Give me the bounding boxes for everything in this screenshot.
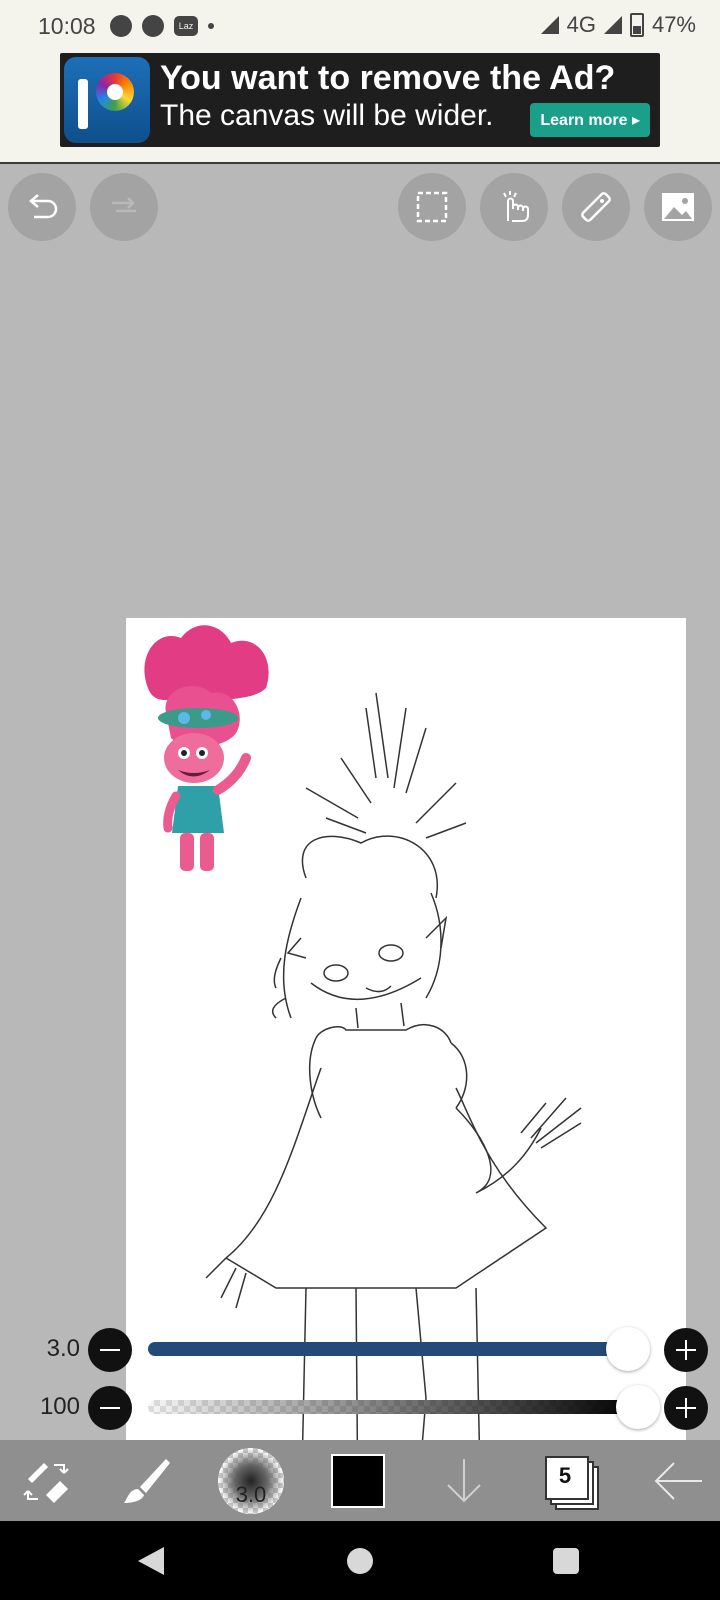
brush-icon — [124, 1458, 170, 1503]
lazada-icon: Laz — [174, 16, 198, 36]
back-button[interactable] — [636, 1440, 720, 1521]
reference-troll-image — [144, 625, 269, 871]
opacity-knob[interactable] — [616, 1385, 660, 1429]
ruler-button[interactable] — [562, 173, 630, 241]
nav-home-icon[interactable] — [347, 1548, 373, 1574]
signal-icon-2 — [603, 16, 622, 34]
ad-subtitle: The canvas will be wider. — [160, 99, 494, 132]
undo-button[interactable] — [8, 173, 76, 241]
more-notifications-icon — [208, 23, 214, 29]
ad-title: You want to remove the Ad? — [160, 59, 616, 97]
current-color-swatch — [331, 1453, 385, 1508]
opacity-track[interactable] — [148, 1400, 638, 1414]
system-nav-bar — [0, 1521, 720, 1600]
bottom-toolbar: 3.0 5 — [0, 1440, 720, 1521]
leaf-icon — [142, 15, 164, 37]
nav-recent-apps-icon[interactable] — [553, 1548, 579, 1574]
ibispaint-logo-icon — [64, 57, 150, 143]
brush-size-decrease-button[interactable] — [88, 1328, 132, 1372]
system-icons: 4G 47% — [540, 12, 696, 38]
download-button[interactable] — [424, 1440, 504, 1521]
material-image-button[interactable] — [644, 173, 712, 241]
opacity-increase-button[interactable] — [664, 1386, 708, 1430]
hand-tool-button[interactable] — [480, 173, 548, 241]
selection-icon — [416, 191, 448, 223]
signal-icon — [540, 16, 559, 34]
ad-area: You want to remove the Ad? The canvas wi… — [0, 52, 720, 164]
brush-size-track[interactable] — [148, 1342, 638, 1356]
brush-size-value: 3.0 — [46, 1335, 80, 1362]
battery-percent: 47% — [651, 12, 696, 37]
opacity-slider: 100 — [0, 1383, 720, 1431]
redo-button[interactable] — [90, 173, 158, 241]
learn-more-button[interactable]: Learn more ▸ — [530, 103, 650, 137]
arrow-left-icon — [654, 1461, 702, 1500]
brush-settings-button[interactable]: 3.0 — [208, 1440, 294, 1521]
brush-preview: 3.0 — [218, 1447, 284, 1514]
nav-back-icon[interactable] — [138, 1547, 164, 1575]
tool-switch-button[interactable] — [0, 1440, 96, 1521]
status-bar: 10:08 Laz 4G 47% — [0, 0, 720, 52]
hand-icon — [503, 191, 529, 222]
undo-icon — [29, 194, 58, 219]
arrow-down-icon — [447, 1458, 481, 1502]
redo-icon — [112, 197, 136, 213]
brush-size-slider: 3.0 — [0, 1325, 720, 1373]
color-button[interactable] — [318, 1440, 398, 1521]
layer-count: 5 — [558, 1462, 572, 1488]
brush-size-increase-button[interactable] — [664, 1328, 708, 1372]
brush-size-knob[interactable] — [606, 1327, 651, 1371]
network-label: 4G — [566, 12, 596, 37]
layers-button[interactable]: 5 — [530, 1440, 610, 1521]
ruler-icon — [581, 192, 611, 222]
opacity-decrease-button[interactable] — [88, 1386, 132, 1430]
pen-eraser-swap-icon — [23, 1462, 69, 1503]
status-time: 10:08 — [38, 13, 96, 39]
selection-tool-button[interactable] — [398, 173, 466, 241]
notification-icons: Laz — [110, 13, 214, 39]
brush-size-label: 3.0 — [235, 1481, 267, 1507]
brush-tool-button[interactable] — [106, 1440, 186, 1521]
ad-banner[interactable]: You want to remove the Ad? The canvas wi… — [60, 53, 660, 147]
battery-icon — [629, 13, 644, 37]
speedometer-icon — [110, 15, 132, 37]
layers-icon: 5 — [545, 1455, 599, 1510]
image-icon — [662, 193, 694, 221]
opacity-value: 100 — [39, 1393, 80, 1420]
